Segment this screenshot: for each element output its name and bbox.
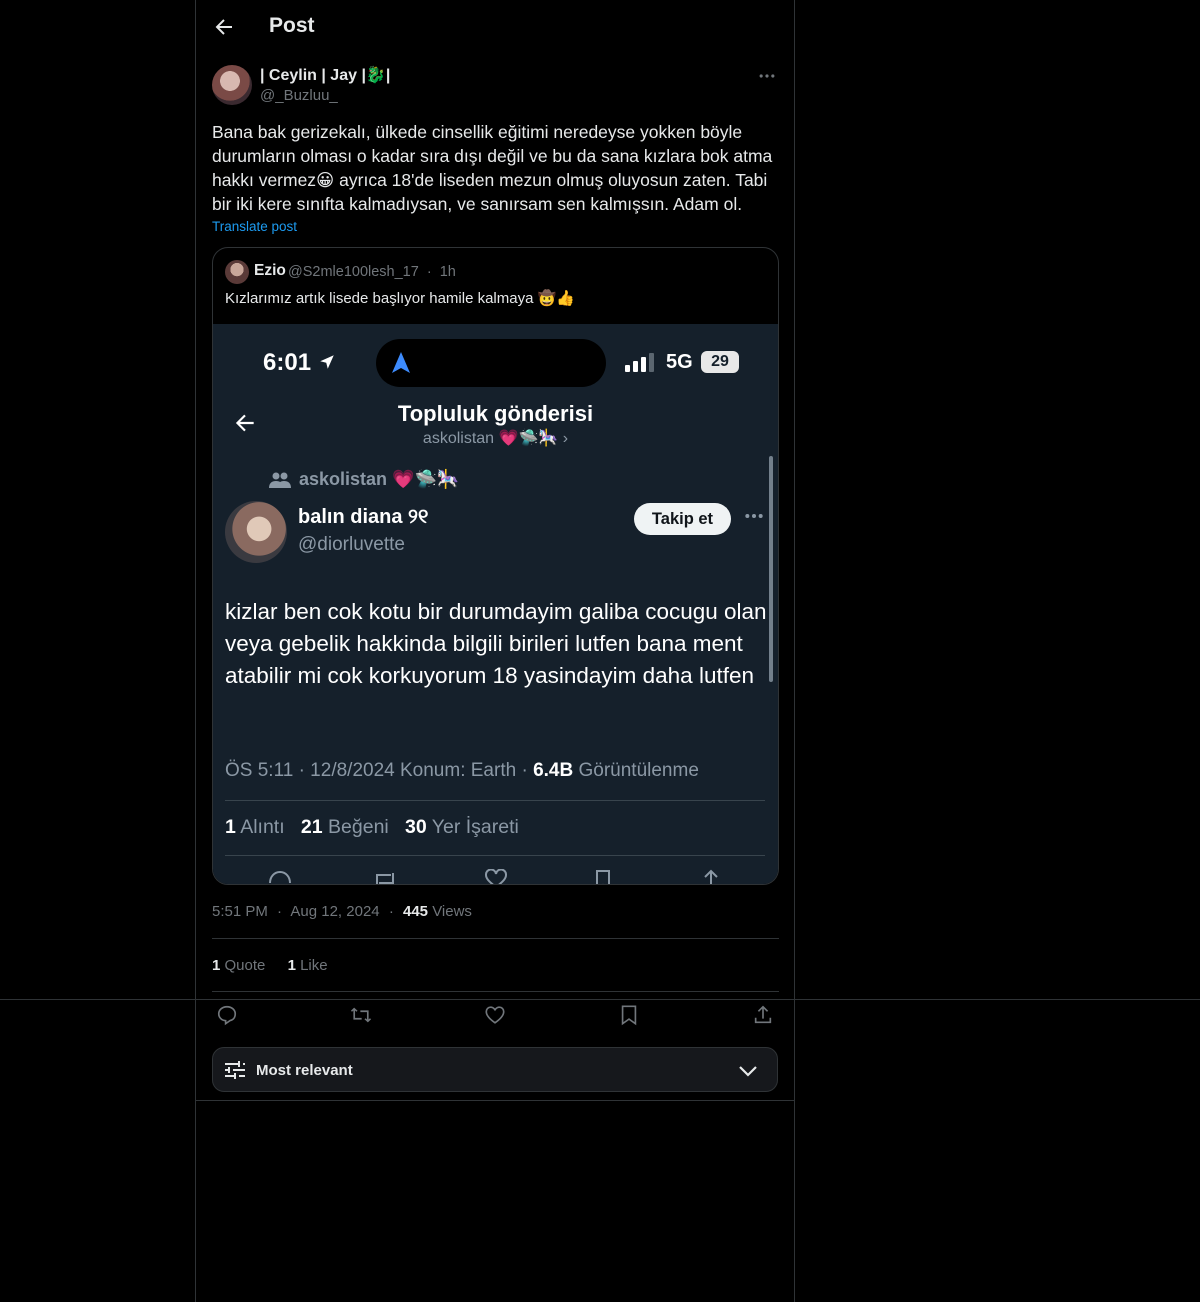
- views-label: Views: [432, 903, 472, 920]
- header: Post: [196, 0, 796, 54]
- reply-icon[interactable]: [216, 1004, 238, 1026]
- divider: [225, 800, 765, 801]
- screenshot-meta: ÖS 5:11 · 12/8/2024 Konum: Earth · 6.4B …: [225, 760, 699, 781]
- like-icon[interactable]: [484, 1004, 506, 1026]
- quoted-age: 1h: [439, 264, 456, 280]
- quoted-text: Kızlarımız artık lisede başlıyor hamile …: [225, 290, 575, 307]
- quoted-screenshot-image[interactable]: 6:01 5G 29 Topluluk gönderisi askolistan…: [213, 324, 778, 884]
- screenshot-subtitle: askolistan 💗🛸🎠 ›: [422, 430, 569, 447]
- like-icon: [485, 869, 507, 884]
- network-label: 5G: [666, 351, 693, 373]
- screenshot-author-name: balın diana ୨୧: [298, 506, 429, 528]
- community-icon: [269, 472, 291, 488]
- location-arrow-icon: [319, 355, 334, 369]
- post-date[interactable]: Aug 12, 2024: [290, 903, 379, 920]
- status-time: 6:01: [263, 349, 336, 377]
- repost-icon: [376, 873, 394, 884]
- share-icon: [704, 869, 718, 884]
- screenshot-action-bar: [213, 869, 778, 884]
- quote-stat[interactable]: 1 Quote: [212, 957, 265, 974]
- quoted-handle: @S2mle100lesh_17: [288, 264, 419, 280]
- community-label: askolistan 💗🛸🎠: [269, 469, 459, 490]
- main-column: Post | Ceylin | Jay |🐉| @_Buzluu_ Bana b…: [195, 0, 795, 1302]
- dynamic-island: [376, 339, 606, 387]
- reply-icon: [269, 870, 291, 884]
- bookmark-icon[interactable]: [618, 1004, 640, 1026]
- screenshot-avatar: [225, 501, 287, 563]
- back-arrow-icon[interactable]: [212, 15, 236, 39]
- bookmark-icon: [596, 870, 610, 884]
- screenshot-body: kizlar ben cok kotu bir durumdayim galib…: [225, 599, 767, 688]
- avatar[interactable]: [212, 65, 252, 105]
- divider: [196, 1100, 795, 1101]
- post-text: Bana bak gerizekalı, ülkede cinsellik eğ…: [212, 122, 773, 214]
- divider: [212, 991, 779, 992]
- navigation-icon: [392, 352, 410, 373]
- post-meta: 5:51 PM · Aug 12, 2024 · 445 Views: [212, 903, 472, 920]
- follow-button: Takip et: [634, 503, 731, 535]
- author-display-name[interactable]: | Ceylin | Jay |🐉|: [260, 65, 390, 85]
- quoted-avatar: [225, 260, 249, 284]
- like-stat[interactable]: 1 Like: [288, 957, 328, 974]
- battery-indicator: 29: [701, 351, 739, 373]
- signal-icon: [625, 353, 654, 372]
- repost-icon[interactable]: [350, 1004, 372, 1026]
- divider: [212, 938, 779, 939]
- screenshot-stats: 1 Alıntı 21 Beğeni 30 Yer İşareti: [225, 816, 519, 838]
- post-stats: 1 Quote 1 Like: [212, 957, 328, 974]
- more-options-icon: [745, 514, 763, 518]
- author-handle[interactable]: @_Buzluu_: [260, 87, 338, 104]
- translate-post-link[interactable]: Translate post: [212, 219, 297, 234]
- divider: [225, 855, 765, 856]
- quoted-separator: ·: [426, 264, 432, 280]
- screenshot-author-handle: @diorluvette: [298, 534, 405, 555]
- reply-sort-dropdown[interactable]: Most relevant: [212, 1047, 778, 1092]
- post-time[interactable]: 5:51 PM: [212, 903, 268, 920]
- page-title: Post: [269, 14, 315, 37]
- share-icon[interactable]: [752, 1004, 774, 1026]
- quoted-post[interactable]: Ezio @S2mle100lesh_17 · 1h Kızlarımız ar…: [212, 247, 779, 885]
- quoted-display-name: Ezio: [254, 262, 286, 279]
- views-count: 445: [402, 903, 429, 920]
- quoted-handle-line: @S2mle100lesh_17 · 1h: [288, 264, 456, 280]
- screenshot-title: Topluluk gönderisi: [397, 401, 594, 426]
- sliders-icon: [225, 1061, 245, 1079]
- sort-label: Most relevant: [256, 1062, 353, 1079]
- chevron-down-icon: [739, 1066, 757, 1077]
- more-options-icon[interactable]: [757, 66, 777, 86]
